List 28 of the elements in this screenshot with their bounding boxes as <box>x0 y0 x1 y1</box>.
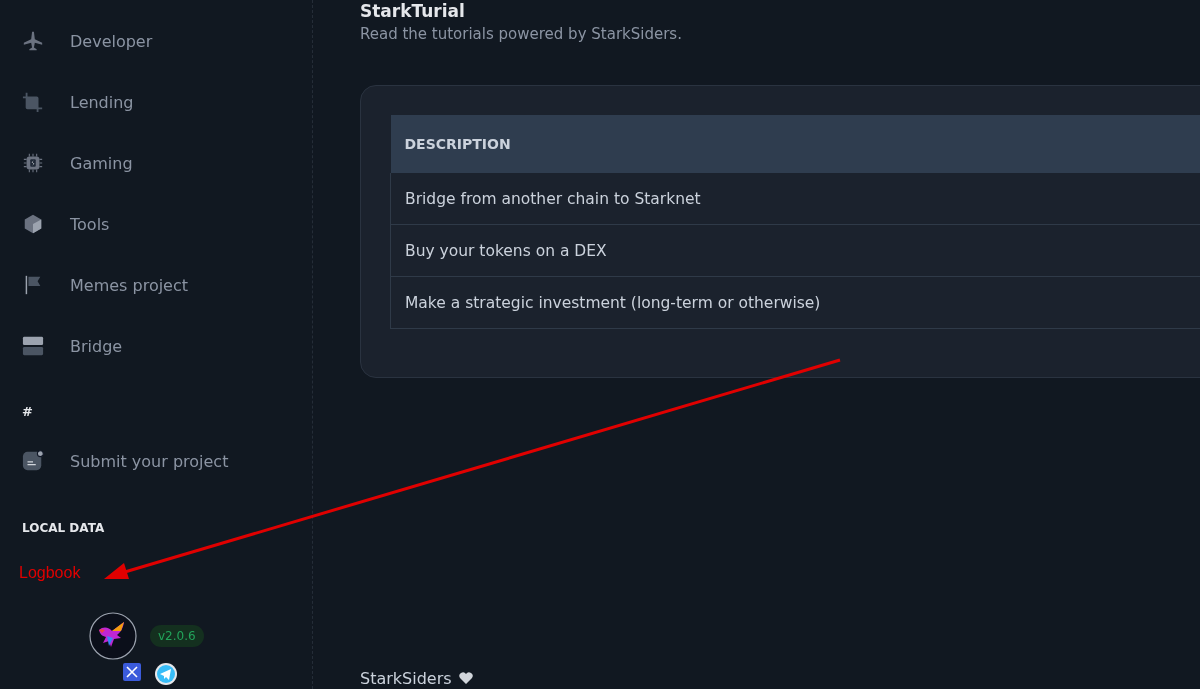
version-badge: v2.0.6 <box>150 625 204 647</box>
section-heading: LOCAL DATA <box>22 521 106 535</box>
sidebar-item[interactable]: Bridge <box>22 334 312 358</box>
sidebar-item[interactable]: Developer <box>22 29 312 53</box>
heart-icon <box>457 670 474 686</box>
bird-logo-icon <box>89 612 137 660</box>
table-cell: Make a strategic investment (long-term or otherwise) <box>390 276 1200 329</box>
stacked-bars-icon <box>22 335 44 357</box>
page-title: StarkTurial <box>360 1 466 21</box>
crop-icon <box>22 91 44 113</box>
section-mark: # <box>22 404 34 419</box>
paper-plane-icon[interactable] <box>154 662 178 686</box>
chip-icon <box>22 152 44 174</box>
sidebar-item[interactable]: Gaming <box>22 151 312 175</box>
sidebar-item[interactable]: Tools <box>22 212 312 236</box>
sidebar-item[interactable]: Lending <box>22 90 312 114</box>
footer-text: StarkSiders <box>360 668 452 688</box>
column-header: DESCRIPTION <box>390 115 1200 173</box>
cube-icon <box>22 213 44 235</box>
table-cell: Bridge from another chain to Starknet <box>390 173 1200 225</box>
logbook-link[interactable]: Logbook <box>19 564 81 582</box>
airplane-icon <box>22 30 44 52</box>
x-logo-icon[interactable] <box>122 662 142 682</box>
table-cell: Buy your tokens on a DEX <box>390 224 1200 277</box>
sidebar-item[interactable]: Memes project <box>22 273 312 297</box>
notification-card-icon <box>22 450 44 472</box>
page-subtitle: Read the tutorials powered by StarkSiders. <box>360 25 683 43</box>
sidebar-item[interactable]: Submit your project <box>22 449 312 473</box>
